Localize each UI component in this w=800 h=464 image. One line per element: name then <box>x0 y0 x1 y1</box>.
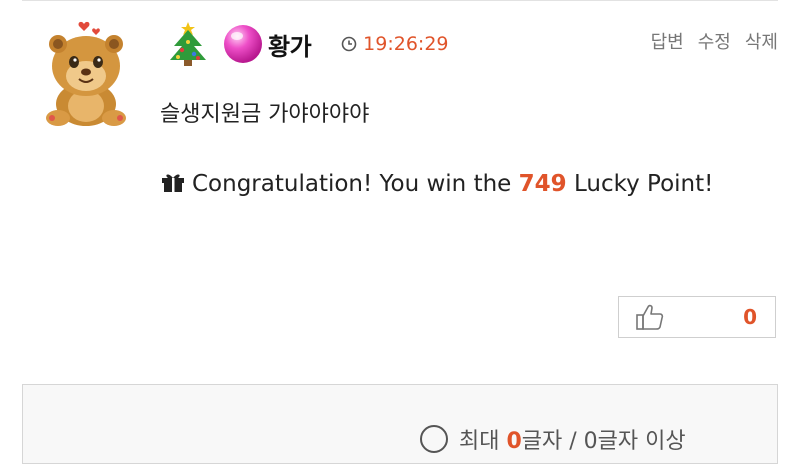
author-nickname[interactable]: 황가 <box>268 27 312 62</box>
christmas-tree-icon <box>170 22 206 66</box>
like-count: 0 <box>743 305 757 329</box>
reply-button[interactable]: 답변 <box>651 28 684 54</box>
gift-icon <box>162 174 184 192</box>
reply-input[interactable]: 최대 0글자 / 0글자 이상 <box>22 384 778 464</box>
top-divider <box>22 0 778 1</box>
author-row: 황가 19:26:29 <box>160 20 449 68</box>
pink-ball-icon <box>224 25 262 63</box>
timestamp: 19:26:29 <box>341 33 449 55</box>
timestamp-text: 19:26:29 <box>363 33 449 55</box>
smile-icon <box>420 425 448 453</box>
clock-icon <box>341 36 357 52</box>
delete-button[interactable]: 삭제 <box>745 28 778 54</box>
reply-hint-prefix: 최대 <box>459 429 507 454</box>
reply-hint: 최대 0글자 / 0글자 이상 <box>419 423 686 455</box>
lucky-points: 749 <box>518 171 567 197</box>
comment-actions: 답변 수정 삭제 <box>651 28 778 54</box>
like-button[interactable]: 0 <box>618 296 776 338</box>
lucky-point-message: Congratulation! You win the 749 Lucky Po… <box>160 160 780 208</box>
reply-hint-count: 0 <box>506 429 522 454</box>
reply-hint-rest: 글자 / 0글자 이상 <box>521 429 686 454</box>
lucky-suffix: Lucky Point! <box>566 171 714 197</box>
lucky-prefix: Congratulation! You win the <box>192 171 519 197</box>
avatar[interactable] <box>34 18 134 130</box>
thumbs-up-icon <box>636 304 664 330</box>
edit-button[interactable]: 수정 <box>698 28 731 54</box>
comment-body: 슬생지원금 가야야야야 <box>160 102 370 127</box>
